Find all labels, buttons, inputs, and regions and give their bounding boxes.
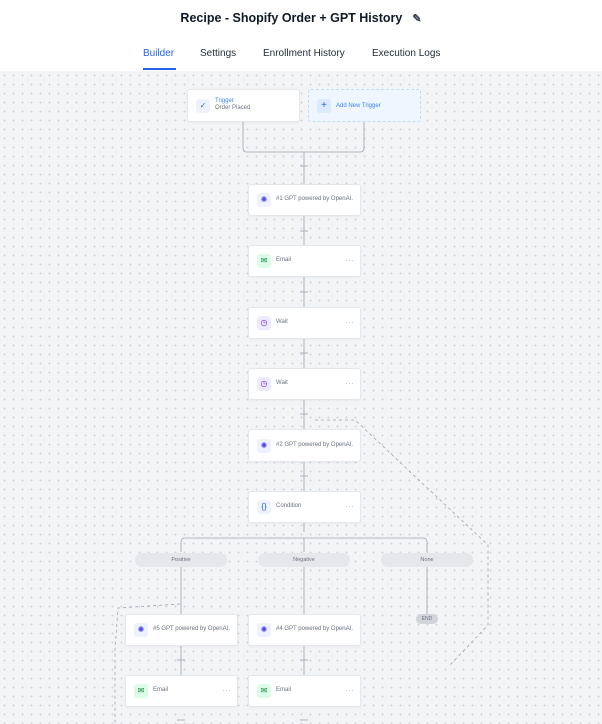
more-options-icon[interactable]: ··· (346, 320, 355, 327)
clock-icon: ◷ (257, 377, 271, 391)
openai-icon: ✺ (257, 623, 271, 637)
action-gpt-1[interactable]: ✺ #1 GPT powered by OpenAI ··· (248, 184, 361, 216)
check-icon: ✓ (196, 98, 210, 113)
clock-icon: ◷ (257, 316, 271, 330)
tab-enrollment-history[interactable]: Enrollment History (263, 48, 345, 59)
add-new-trigger-button[interactable]: + Add New Trigger (308, 89, 421, 122)
more-options-icon[interactable]: ··· (223, 688, 232, 695)
plus-icon: + (317, 98, 331, 113)
action-gpt-4[interactable]: ✺ #4 GPT powered by OpenAI ··· (248, 614, 361, 646)
branch-negative[interactable]: Negative (258, 553, 350, 567)
branch-positive[interactable]: Positive (135, 553, 227, 567)
more-options-icon[interactable]: ··· (223, 627, 232, 634)
openai-icon: ✺ (257, 438, 271, 453)
trigger-title: Trigger (215, 97, 234, 104)
trigger-label: Trigger Order Placed (215, 98, 297, 114)
recipe-title: Recipe - Shopify Order + GPT History (180, 11, 403, 25)
more-options-icon[interactable]: ··· (346, 504, 355, 511)
more-options-icon[interactable]: ··· (346, 688, 355, 695)
recipe-title-wrap: Recipe - Shopify Order + GPT History ✎ (0, 11, 602, 25)
braces-icon: {} (257, 500, 271, 514)
tab-bar: Builder Settings Enrollment History Exec… (0, 38, 602, 71)
more-options-icon[interactable]: ··· (346, 258, 355, 265)
action-email-mid[interactable]: ✉ Email ··· (248, 675, 361, 707)
active-tab-underline (143, 68, 176, 70)
branch-none[interactable]: None (381, 553, 473, 567)
more-options-icon[interactable]: ··· (346, 627, 355, 634)
more-options-icon[interactable]: ··· (346, 197, 355, 204)
more-options-icon[interactable]: ··· (346, 442, 355, 449)
tab-builder[interactable]: Builder (143, 48, 174, 59)
action-gpt-2[interactable]: ✺ #2 GPT powered by OpenAI ··· (248, 429, 361, 462)
tab-settings[interactable]: Settings (200, 48, 236, 59)
action-wait-1[interactable]: ◷ Wait ··· (248, 307, 361, 339)
action-wait-2[interactable]: ◷ Wait ··· (248, 368, 361, 400)
header-bar: Recipe - Shopify Order + GPT History ✎ (0, 0, 602, 39)
trigger-node[interactable]: ✓ Trigger Order Placed (187, 89, 300, 122)
tab-execution-logs[interactable]: Execution Logs (372, 48, 440, 59)
add-new-trigger-label: Add New Trigger (336, 102, 381, 109)
openai-icon: ✺ (134, 623, 148, 637)
openai-icon: ✺ (257, 193, 271, 207)
trigger-subtitle: Order Placed (215, 105, 251, 112)
action-condition[interactable]: {} Condition ··· (248, 491, 361, 523)
end-badge: END (416, 614, 438, 624)
action-gpt-5[interactable]: ✺ #5 GPT powered by OpenAI ··· (125, 614, 238, 646)
email-icon: ✉ (257, 684, 271, 698)
more-options-icon[interactable]: ··· (346, 381, 355, 388)
email-icon: ✉ (257, 254, 271, 268)
action-email-1[interactable]: ✉ Email ··· (248, 245, 361, 277)
pencil-icon[interactable]: ✎ (412, 12, 421, 25)
action-email-left[interactable]: ✉ Email ··· (125, 675, 238, 707)
email-icon: ✉ (134, 684, 148, 698)
